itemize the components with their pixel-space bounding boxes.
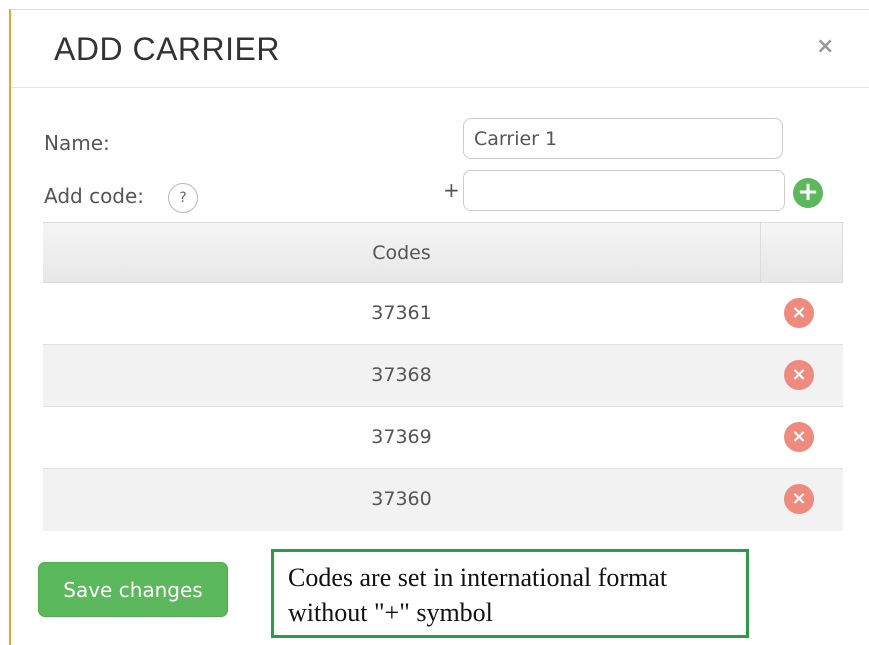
- remove-code-icon[interactable]: ×: [784, 298, 814, 328]
- remove-code-icon[interactable]: ×: [784, 422, 814, 452]
- code-prefix: +: [443, 178, 460, 202]
- name-label: Name:: [44, 131, 110, 155]
- add-code-label: Add code:: [44, 184, 145, 208]
- annotation-line-2: without "+" symbol: [288, 598, 493, 627]
- table-row: 37369 ×: [43, 407, 843, 469]
- add-code-icon[interactable]: +: [793, 178, 823, 208]
- remove-code-icon[interactable]: ×: [784, 484, 814, 514]
- remove-code-icon[interactable]: ×: [784, 360, 814, 390]
- code-input[interactable]: [463, 170, 785, 211]
- code-cell: 37360: [371, 488, 432, 510]
- annotation-line-1: Codes are set in international format: [288, 563, 668, 592]
- dialog-header: ADD CARRIER ×: [11, 10, 869, 88]
- add-carrier-dialog: ADD CARRIER × Name: Add code: ? + + Code…: [9, 9, 869, 645]
- table-row: 37360 ×: [43, 469, 843, 531]
- help-icon[interactable]: ?: [168, 183, 198, 213]
- codes-column-header: Codes: [372, 242, 431, 264]
- table-header: Codes: [43, 222, 843, 283]
- code-cell: 37369: [371, 426, 432, 448]
- table-row: 37361 ×: [43, 283, 843, 345]
- dialog-title: ADD CARRIER: [54, 31, 280, 67]
- codes-table: Codes 37361 × 37368 × 37369 × 37360 ×: [43, 222, 843, 531]
- annotation-note: Codes are set in international format wi…: [271, 549, 749, 638]
- action-column-header: [760, 223, 843, 283]
- name-input[interactable]: [463, 118, 783, 159]
- code-cell: 37361: [371, 302, 432, 324]
- table-row: 37368 ×: [43, 345, 843, 407]
- save-changes-button[interactable]: Save changes: [38, 562, 228, 617]
- code-cell: 37368: [371, 364, 432, 386]
- close-icon[interactable]: ×: [816, 36, 834, 58]
